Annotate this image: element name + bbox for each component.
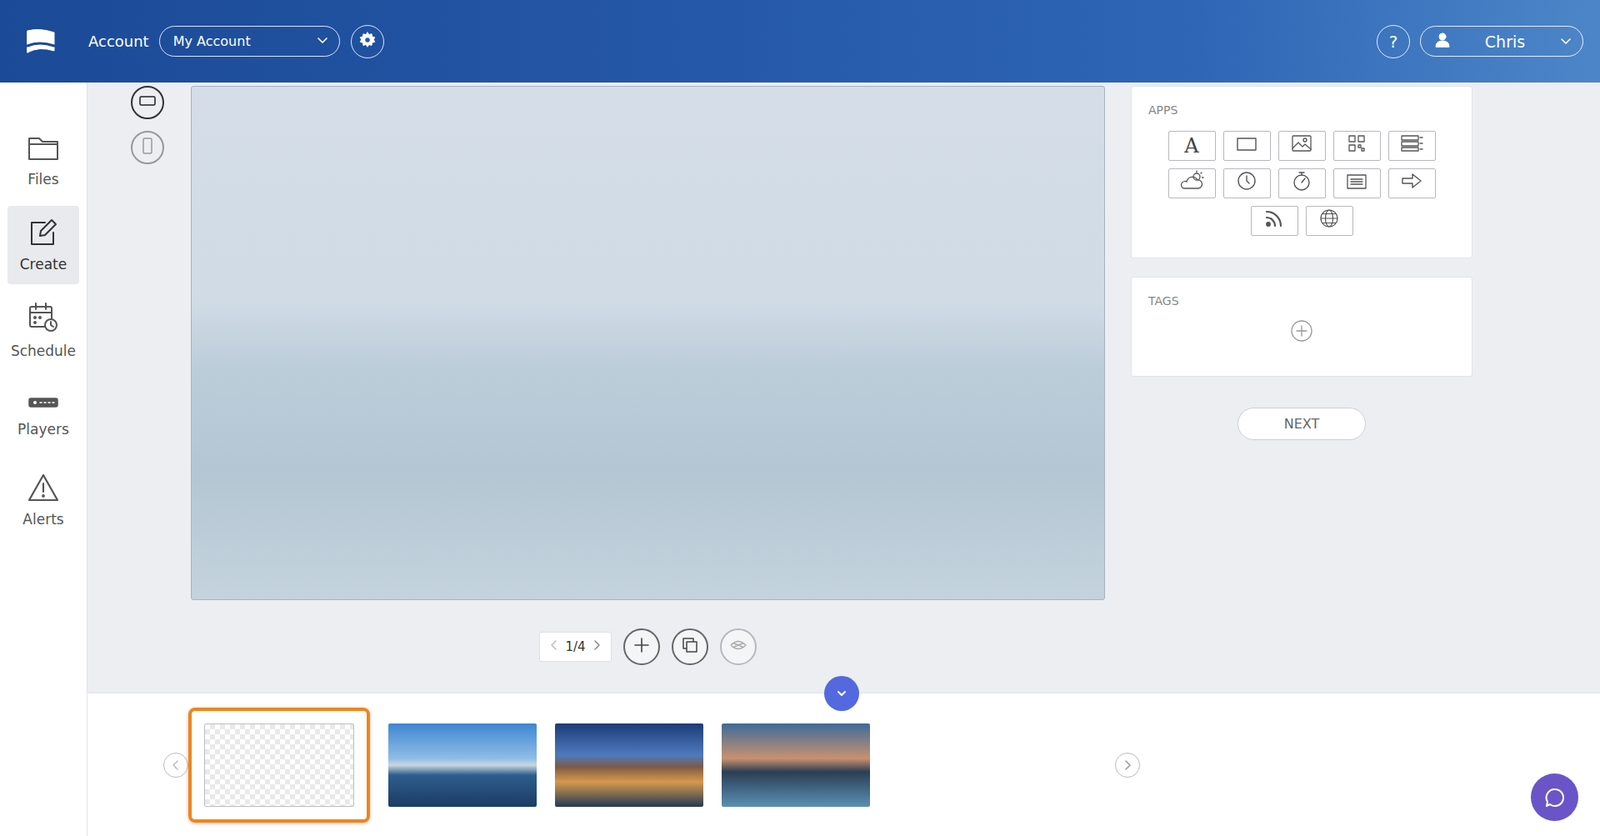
collapse-strip-button[interactable]	[824, 675, 860, 711]
sidebar-item[interactable]: Alerts	[7, 460, 80, 540]
chevron-down-icon	[1559, 32, 1573, 51]
unlink-slide-button	[720, 628, 757, 665]
editor-column: 1/4	[190, 85, 1105, 693]
slide-thumbnail[interactable]	[388, 723, 537, 807]
slide-thumbnail[interactable]	[721, 723, 870, 807]
weather-icon	[1178, 170, 1205, 197]
rss-app-button[interactable]	[1250, 205, 1299, 236]
qr-icon	[1346, 133, 1367, 159]
players-icon	[26, 392, 60, 416]
text-app-button[interactable]: A	[1168, 130, 1216, 161]
next-button[interactable]: NEXT	[1237, 407, 1366, 440]
sidebar: Files Create Schedule Players Alerts	[0, 82, 88, 836]
selected-slide[interactable]	[188, 707, 370, 823]
chevron-right-icon	[592, 639, 601, 655]
tags-panel: TAGS	[1130, 276, 1473, 377]
unlink-icon	[727, 635, 750, 659]
text-app-glyph: A	[1184, 134, 1199, 158]
apps-panel: APPS A	[1130, 85, 1473, 259]
sidebar-label: Players	[17, 420, 70, 438]
add-icon	[631, 635, 652, 659]
files-icon	[26, 132, 60, 166]
prev-slides-button[interactable]	[163, 752, 189, 778]
right-panel: APPS A TAGS NEXT	[1130, 85, 1473, 693]
sidebar-item[interactable]: Players	[7, 375, 80, 455]
chat-button[interactable]	[1530, 773, 1579, 821]
portrait-icon	[140, 136, 155, 159]
account-value: My Account	[173, 33, 251, 50]
clock-app-button[interactable]	[1223, 168, 1271, 199]
duplicate-icon	[680, 635, 700, 659]
tags-title: TAGS	[1148, 294, 1455, 308]
top-bar: Account My Account? Chris	[0, 0, 1600, 83]
image-app-button[interactable]	[1278, 130, 1326, 161]
sidebar-item[interactable]: Files	[7, 120, 80, 200]
add-tag-button[interactable]	[1290, 319, 1314, 343]
apps-title: APPS	[1148, 103, 1455, 117]
weather-app-button[interactable]	[1168, 168, 1216, 199]
portrait-button[interactable]	[130, 130, 165, 165]
create-icon	[26, 217, 60, 251]
landscape-icon	[138, 94, 157, 111]
sidebar-item[interactable]: Create	[7, 205, 80, 285]
landscape-button[interactable]	[130, 85, 165, 120]
sidebar-label: Create	[20, 255, 68, 273]
orientation-toggle	[130, 85, 165, 693]
table-icon	[1400, 134, 1424, 158]
slide-thumbnail[interactable]	[555, 723, 704, 807]
alerts-icon	[26, 472, 60, 506]
sidebar-item[interactable]: Schedule	[7, 290, 80, 370]
sidebar-label: Schedule	[10, 342, 76, 360]
arrow-icon	[1400, 171, 1424, 195]
timer-icon	[1291, 170, 1312, 197]
next-label: NEXT	[1284, 415, 1320, 432]
help-glyph: ?	[1389, 31, 1399, 52]
timer-app-button[interactable]	[1278, 168, 1326, 199]
slide-item[interactable]	[555, 723, 704, 807]
rss-icon	[1264, 208, 1285, 234]
slide-list	[188, 707, 870, 823]
slide-pager: 1/4	[539, 628, 756, 665]
slide-item[interactable]	[388, 723, 537, 807]
sidebar-label: Alerts	[22, 510, 64, 528]
image-icon	[1290, 134, 1313, 158]
web-icon	[1319, 208, 1340, 234]
help-button[interactable]: ?	[1376, 25, 1410, 59]
sidebar-label: Files	[27, 170, 59, 188]
editor-area: 1/4 APPS A TAGS NEXT	[87, 82, 1600, 693]
schedule-icon	[26, 300, 60, 338]
workspace: FilesCreateSchedulePlayersAlerts1/4APPSA…	[0, 82, 1600, 836]
ticker-icon	[1345, 171, 1368, 195]
page-count: 1/4	[565, 639, 585, 655]
account-dropdown[interactable]: My Account	[159, 25, 340, 57]
clock-icon	[1236, 170, 1257, 196]
next-slides-button[interactable]	[1115, 752, 1140, 778]
arrow-app-button[interactable]	[1388, 168, 1436, 199]
slide-item[interactable]	[721, 723, 870, 807]
settings-button[interactable]	[350, 25, 385, 59]
web-app-button[interactable]	[1305, 205, 1354, 236]
add-slide-button[interactable]	[623, 628, 660, 665]
chevron-left-icon	[550, 639, 559, 655]
apps-grid: A	[1160, 130, 1444, 236]
table-app-button[interactable]	[1388, 130, 1436, 161]
qr-app-button[interactable]	[1333, 130, 1381, 161]
ticker-app-button[interactable]	[1333, 168, 1381, 199]
gear-icon	[358, 30, 377, 53]
shape-app-button[interactable]	[1223, 130, 1271, 161]
slide-canvas[interactable]	[190, 85, 1105, 600]
slide-strip	[87, 692, 1600, 836]
duplicate-slide-button[interactable]	[671, 628, 709, 665]
user-name: Chris	[1485, 32, 1525, 51]
chevron-down-icon	[315, 33, 330, 50]
page-indicator: 1/4	[539, 631, 611, 662]
slide-thumbnail	[204, 723, 355, 807]
logo-icon	[25, 25, 57, 58]
user-menu[interactable]: Chris	[1420, 25, 1584, 57]
shape-icon	[1235, 134, 1258, 158]
person-icon	[1434, 31, 1451, 52]
account-label: Account	[88, 32, 150, 50]
main-content: 1/4 APPS A TAGS NEXT	[87, 82, 1600, 836]
